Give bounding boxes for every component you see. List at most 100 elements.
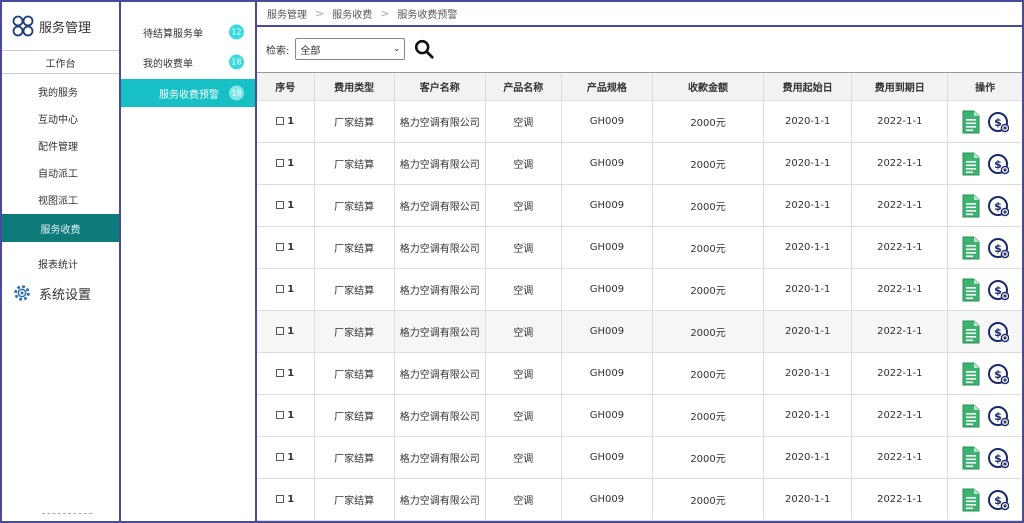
col-header-actions: 操作 — [947, 72, 1022, 101]
document-icon[interactable] — [961, 488, 981, 512]
cell-spec: GH009 — [561, 142, 653, 185]
cell-start-date: 2020-1-1 — [763, 268, 853, 311]
payment-icon[interactable]: $ — [987, 237, 1010, 259]
table-row: 1 厂家结算 格力空调有限公司 空调 GH009 2000元 2020-1-1 2022-1-… — [257, 100, 1022, 143]
workbench-link[interactable]: 工作台 — [2, 50, 119, 74]
row-index: 1 — [287, 242, 295, 253]
nav-item-view-dispatch[interactable]: 视图派工 — [2, 186, 119, 213]
row-checkbox[interactable] — [276, 327, 285, 335]
payment-icon[interactable]: $ — [987, 405, 1010, 427]
search-icon[interactable] — [413, 38, 435, 60]
count-badge: 18 — [229, 85, 244, 101]
breadcrumb-item[interactable]: 服务收费 — [332, 6, 372, 21]
document-icon[interactable] — [961, 320, 981, 344]
cell-index: 1 — [257, 184, 315, 227]
row-checkbox[interactable] — [276, 201, 285, 209]
sub-item-pending-settlement[interactable]: 待结算服务单 12 — [121, 17, 255, 47]
breadcrumb-item[interactable]: 服务管理 — [267, 6, 307, 21]
sub-item-label: 我的收费单 — [143, 58, 193, 70]
cell-amount: 2000元 — [652, 226, 765, 269]
row-checkbox[interactable] — [276, 285, 285, 293]
cell-spec: GH009 — [561, 100, 653, 143]
payment-icon[interactable]: $ — [987, 195, 1010, 217]
svg-text:$: $ — [994, 494, 1002, 507]
cell-product: 空调 — [485, 352, 562, 395]
svg-text:$: $ — [994, 242, 1002, 255]
search-bar: 检索: 全部 ⌄ — [257, 25, 1022, 73]
payment-icon[interactable]: $ — [987, 153, 1010, 175]
chevron-right-icon: > — [380, 7, 390, 21]
row-index: 1 — [287, 284, 295, 295]
cell-spec: GH009 — [561, 352, 653, 395]
payment-icon[interactable]: $ — [987, 363, 1010, 385]
document-icon[interactable] — [961, 152, 981, 176]
row-checkbox[interactable] — [276, 117, 285, 125]
nav-item-parts-management[interactable]: 配件管理 — [2, 132, 119, 159]
cell-fee-type: 厂家结算 — [314, 184, 395, 227]
cell-actions: $ — [947, 268, 1022, 311]
cell-customer: 格力空调有限公司 — [394, 268, 486, 311]
document-icon[interactable] — [961, 404, 981, 428]
table-row: 1 厂家结算 格力空调有限公司 空调 GH009 2000元 2020-1-1 2022-1-… — [257, 268, 1022, 311]
cell-actions: $ — [947, 100, 1022, 143]
row-checkbox[interactable] — [276, 159, 285, 167]
nav-item-service-charge[interactable]: 服务收费 — [2, 214, 119, 242]
cell-start-date: 2020-1-1 — [763, 100, 853, 143]
table-row: 1 厂家结算 格力空调有限公司 空调 GH009 2000元 2020-1-1 2022-1-… — [257, 436, 1022, 479]
sub-sidebar: 待结算服务单 12 我的收费单 18 服务收费预警 18 — [121, 2, 257, 521]
row-checkbox[interactable] — [276, 243, 285, 251]
cell-end-date: 2022-1-1 — [851, 394, 949, 437]
cell-index: 1 — [257, 394, 315, 437]
search-select[interactable]: 全部 ⌄ — [295, 38, 406, 61]
cell-spec: GH009 — [561, 226, 653, 269]
row-index: 1 — [287, 116, 295, 127]
nav-item-my-service[interactable]: 我的服务 — [2, 78, 119, 105]
row-checkbox[interactable] — [276, 453, 285, 461]
nav-item-system-settings[interactable]: 系统设置 — [2, 279, 119, 307]
payment-icon[interactable]: $ — [987, 447, 1010, 469]
row-actions: $ — [948, 362, 1022, 386]
row-checkbox[interactable] — [276, 411, 285, 419]
search-select-value: 全部 — [300, 45, 321, 57]
cell-start-date: 2020-1-1 — [763, 436, 853, 479]
row-checkbox[interactable] — [276, 369, 285, 377]
cell-index: 1 — [257, 352, 315, 395]
nav-item-interaction-center[interactable]: 互动中心 — [2, 105, 119, 132]
sub-item-my-charges[interactable]: 我的收费单 18 — [121, 47, 255, 77]
cell-customer: 格力空调有限公司 — [394, 436, 486, 479]
document-icon[interactable] — [961, 278, 981, 302]
document-icon[interactable] — [961, 362, 981, 386]
row-checkbox[interactable] — [276, 495, 285, 503]
app-title: 服务管理 — [39, 20, 92, 36]
document-icon[interactable] — [961, 236, 981, 260]
col-header-fee-type: 费用类型 — [314, 72, 395, 101]
cell-start-date: 2020-1-1 — [763, 310, 853, 353]
payment-icon[interactable]: $ — [987, 321, 1010, 343]
document-icon[interactable] — [961, 446, 981, 470]
col-header-end-date: 费用到期日 — [851, 72, 949, 101]
row-actions: $ — [948, 488, 1022, 512]
cell-start-date: 2020-1-1 — [763, 226, 853, 269]
payment-icon[interactable]: $ — [987, 279, 1010, 301]
cell-start-date: 2020-1-1 — [763, 142, 853, 185]
cell-spec: GH009 — [561, 310, 653, 353]
payment-icon[interactable]: $ — [987, 489, 1010, 511]
breadcrumb: 服务管理 > 服务收费 > 服务收费预警 — [257, 2, 1022, 25]
breadcrumb-item-current: 服务收费预警 — [397, 10, 458, 22]
cell-end-date: 2022-1-1 — [851, 184, 949, 227]
sub-item-charge-warning[interactable]: 服务收费预警 18 — [121, 79, 255, 107]
cell-amount: 2000元 — [652, 310, 765, 353]
table-row: 1 厂家结算 格力空调有限公司 空调 GH009 2000元 2020-1-1 2022-1-… — [257, 184, 1022, 227]
warning-table: 序号 费用类型 客户名称 产品名称 产品规格 收款金额 费用起始日 费用到期日 … — [257, 72, 1022, 521]
payment-icon[interactable]: $ — [987, 111, 1010, 133]
document-icon[interactable] — [961, 110, 981, 134]
chevron-right-icon: > — [315, 7, 325, 21]
count-badge: 12 — [229, 24, 244, 40]
document-icon[interactable] — [961, 194, 981, 218]
col-header-amount: 收款金额 — [652, 72, 765, 101]
nav-item-auto-dispatch[interactable]: 自动派工 — [2, 159, 119, 186]
cell-end-date: 2022-1-1 — [851, 310, 949, 353]
cell-end-date: 2022-1-1 — [851, 226, 949, 269]
col-header-product: 产品名称 — [485, 72, 562, 101]
nav-item-reports[interactable]: 报表统计 — [2, 250, 119, 277]
